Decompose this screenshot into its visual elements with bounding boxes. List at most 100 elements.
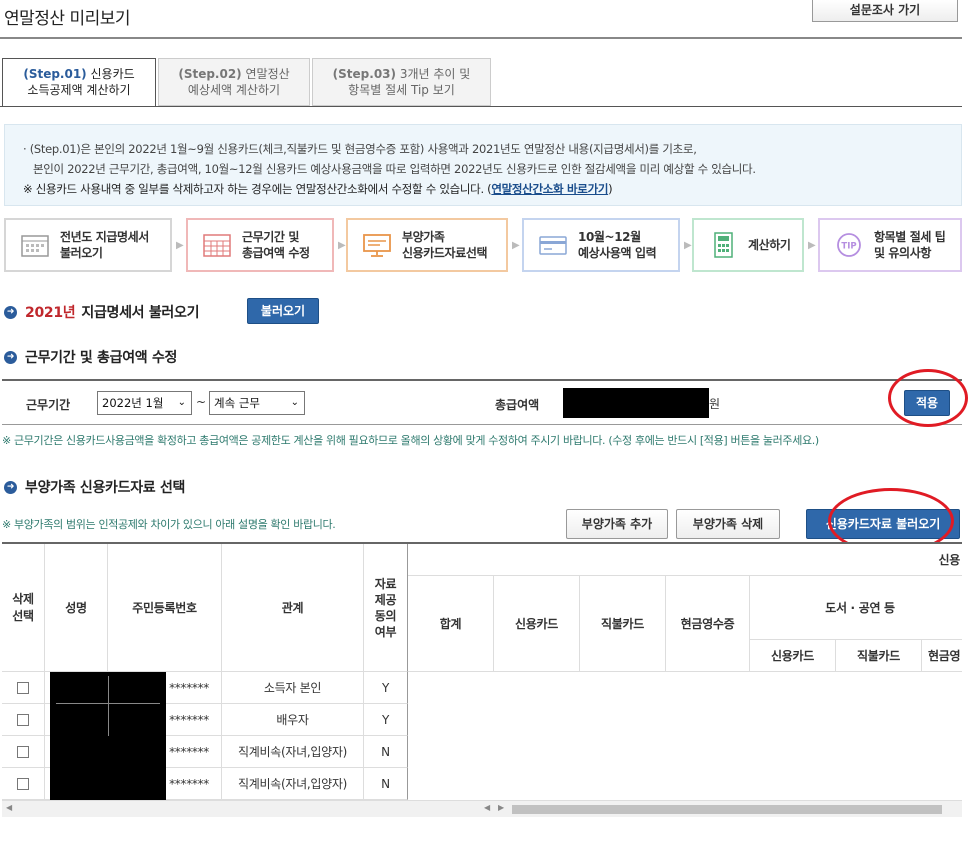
section-title: 근무기간 및 총급여액 수정: [25, 350, 178, 366]
notice-text: ※ 신용카드 사용내역 중 일부를 삭제하고자 하는 경우에는 연말정산간소화에…: [23, 182, 492, 196]
step-edit-period[interactable]: 근무기간 및총급여액 수정: [186, 218, 334, 272]
scroll-left-icon[interactable]: ◀: [6, 803, 12, 812]
salary-input-redacted[interactable]: [563, 388, 709, 418]
family-card-table: 삭제 선택 성명 주민등록번호 관계 자료 제공 동의 여부 신용 합계 신용카…: [2, 542, 962, 800]
step-select-family[interactable]: 부양가족신용카드자료선택: [346, 218, 508, 272]
notice-text: ): [608, 182, 613, 196]
row-checkbox[interactable]: [17, 745, 29, 758]
salary-unit: 원: [709, 397, 721, 411]
step-tax-tips[interactable]: TIP 항목별 절세 팁및 유의사항: [818, 218, 962, 272]
salary-label: 총급여액: [495, 398, 540, 412]
chevron-right-icon: ▶: [176, 240, 184, 251]
col-header-books-credit: 신용카드: [750, 640, 836, 672]
tip-icon: TIP: [837, 233, 861, 257]
consent-cell: Y: [364, 672, 408, 704]
svg-text:TIP: TIP: [841, 242, 856, 252]
chevron-right-icon: ▶: [808, 240, 816, 251]
col-header-consent: 자료 제공 동의 여부: [364, 544, 408, 672]
process-steps: 전년도 지급명세서불러오기 ▶ 근무기간 및총급여액 수정 ▶ 부양가족신용카드…: [4, 218, 962, 272]
notice-line: 본인이 2022년 근무기간, 총급여액, 10월~12월 신용카드 예상사용금…: [33, 162, 756, 176]
consent-cell: N: [364, 736, 408, 768]
section-family-cards: ➜ 부양가족 신용카드자료 선택: [4, 477, 185, 497]
step-label: 부양가족: [402, 230, 445, 244]
tabs-divider: [0, 106, 962, 107]
step-label: 10월~12월: [578, 230, 641, 244]
row-checkbox[interactable]: [17, 777, 29, 790]
col-header-total: 합계: [408, 576, 494, 672]
row-select-cell: [2, 672, 45, 704]
tab-label: 연말정산: [245, 67, 290, 81]
step-expected-usage[interactable]: 10월~12월 예상사용액 입력: [522, 218, 680, 272]
tab-step-01[interactable]: (Step.01) 신용카드 소득공제액 계산하기: [2, 58, 156, 107]
arrow-bullet-icon: ➜: [4, 480, 17, 494]
tab-label: 신용카드: [90, 67, 135, 81]
title-divider: [0, 37, 962, 39]
notice-box: · (Step.01)은 본인의 2022년 1월~9월 신용카드(체크,직불카…: [4, 124, 962, 206]
row-checkbox[interactable]: [17, 713, 29, 726]
select-value: 계속 근무: [214, 396, 260, 410]
survey-button[interactable]: 설문조사 가기: [812, 0, 958, 22]
tab-step-label: (Step.03): [332, 67, 397, 81]
step-label: 전년도 지급명세서: [60, 230, 149, 244]
tab-step-03[interactable]: (Step.03) 3개년 추이 및 항목별 절세 Tip 보기: [312, 58, 491, 106]
red-annotation-circle: [888, 369, 968, 427]
step-label: 항목별 절세 팁: [874, 230, 946, 244]
chevron-down-icon: ⌄: [290, 397, 299, 408]
simplified-service-link[interactable]: 연말정산간소화 바로가기: [491, 182, 608, 196]
end-month-select[interactable]: 계속 근무 ⌄: [209, 391, 305, 415]
delete-family-button[interactable]: 부양가족 삭제: [676, 509, 780, 539]
section-year: 2021년: [25, 305, 76, 321]
step-label: 신용카드자료선택: [402, 246, 488, 260]
row-checkbox[interactable]: [17, 681, 29, 694]
add-family-button[interactable]: 부양가족 추가: [566, 509, 668, 539]
step-load-statement[interactable]: 전년도 지급명세서불러오기: [4, 218, 172, 272]
calendar-grid-icon: [203, 234, 231, 257]
tab-step-02[interactable]: (Step.02) 연말정산 예상세액 계산하기: [158, 58, 310, 106]
calculator-icon: [714, 232, 733, 258]
scrollbar-thumb[interactable]: [512, 805, 942, 814]
step-label: 및 유의사항: [874, 246, 931, 260]
work-period-hint: ※ 근무기간은 신용카드사용금액을 확정하고 총급여액은 공제한도 계산을 위해…: [2, 434, 819, 447]
row-select-cell: [2, 736, 45, 768]
col-header-relation: 관계: [222, 544, 364, 672]
tab-label: 3개년 추이 및: [399, 67, 471, 81]
consent-cell: N: [364, 768, 408, 800]
chevron-right-icon: ▶: [512, 240, 520, 251]
step-label: 불러오기: [60, 246, 103, 260]
arrow-bullet-icon: ➜: [4, 350, 17, 364]
step-label: 총급여액 수정: [242, 246, 310, 260]
family-hint: ※ 부양가족의 범위는 인적공제와 차이가 있으니 아래 설명을 확인 바랍니다…: [2, 518, 336, 531]
col-header-books: 도서 · 공연 등: [750, 576, 962, 640]
scroll-right-icon[interactable]: ▶: [498, 803, 504, 812]
scroll-left-icon[interactable]: ◀: [484, 803, 490, 812]
redaction-line: [108, 676, 109, 736]
relation-cell: 직계비속(자녀,입양자): [222, 768, 364, 800]
card-icon: [539, 236, 567, 255]
tab-label: 예상세액 계산하기: [187, 83, 281, 97]
col-header-debit: 직불카드: [580, 576, 666, 672]
work-period-form: 근무기간 2022년 1월 ⌄ ~ 계속 근무 ⌄ 총급여액 원 적용: [2, 379, 962, 425]
tab-label: 소득공제액 계산하기: [27, 83, 131, 97]
load-statement-button[interactable]: 불러오기: [247, 298, 319, 324]
col-header-books-cash: 현금영: [922, 640, 962, 672]
notice-line: · (Step.01)은 본인의 2022년 1월~9월 신용카드(체크,직불카…: [23, 142, 697, 156]
monitor-icon: [363, 234, 391, 257]
tab-step-label: (Step.01): [23, 67, 87, 81]
arrow-bullet-icon: ➜: [4, 305, 17, 319]
col-header-books-debit: 직불카드: [836, 640, 922, 672]
section-work-period: ➜ 근무기간 및 총급여액 수정: [4, 347, 177, 367]
relation-cell: 소득자 본인: [222, 672, 364, 704]
section-title: 부양가족 신용카드자료 선택: [25, 480, 186, 496]
notice-line: ※ 신용카드 사용내역 중 일부를 삭제하고자 하는 경우에는 연말정산간소화에…: [23, 179, 961, 199]
start-month-select[interactable]: 2022년 1월 ⌄: [97, 391, 192, 415]
chevron-right-icon: ▶: [684, 240, 692, 251]
relation-cell: 직계비속(자녀,입양자): [222, 736, 364, 768]
horizontal-scrollbar[interactable]: ◀ ◀ ▶: [2, 800, 962, 817]
col-header-rrn: 주민등록번호: [108, 544, 222, 672]
step-calculate[interactable]: 계산하기: [692, 218, 804, 272]
step-label: 근무기간 및: [242, 230, 299, 244]
step-label: 계산하기: [748, 238, 791, 252]
col-header-select: 삭제 선택: [2, 544, 45, 672]
consent-cell: Y: [364, 704, 408, 736]
relation-cell: 배우자: [222, 704, 364, 736]
